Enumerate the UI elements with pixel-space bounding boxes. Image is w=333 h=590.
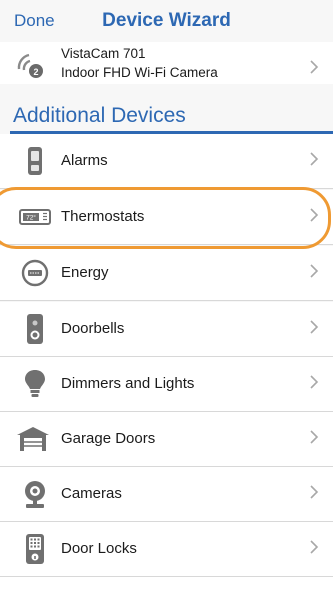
chevron-right-icon [310, 60, 319, 74]
list-item-alarms[interactable]: Alarms [0, 134, 333, 189]
chevron-right-icon [310, 320, 319, 334]
list-item-doorbells[interactable]: Doorbells [0, 302, 333, 357]
garage-door-icon [17, 427, 49, 451]
device-row-vistacam[interactable]: 2 VistaCam 701 Indoor FHD Wi-Fi Camera [0, 42, 333, 84]
list-item-label: Doorbells [61, 320, 125, 337]
chevron-right-icon [310, 375, 319, 389]
alarm-panel-icon [28, 147, 42, 175]
list-item-energy[interactable]: Energy [0, 246, 333, 301]
chevron-right-icon [310, 264, 319, 278]
energy-meter-icon [21, 259, 49, 287]
list-item-label: Cameras [61, 485, 122, 502]
chevron-right-icon [310, 540, 319, 554]
device-name: VistaCam 701 [61, 46, 146, 61]
highlight-outline [0, 187, 331, 249]
list-footer [0, 577, 333, 590]
list-item-garage-doors[interactable]: Garage Doors [0, 412, 333, 467]
list-item-label: Energy [61, 264, 109, 281]
door-lock-icon [26, 534, 44, 564]
chevron-right-icon [310, 430, 319, 444]
list-item-door-locks[interactable]: Door Locks [0, 522, 333, 577]
list-item-label: Alarms [61, 152, 108, 169]
nav-bar: Done Device Wizard [0, 0, 333, 42]
list-item-cameras[interactable]: Cameras [0, 467, 333, 522]
page-title: Device Wizard [102, 10, 231, 31]
camera-wifi-icon: 2 [17, 53, 43, 78]
list-item-label: Dimmers and Lights [61, 375, 195, 392]
lightbulb-icon [25, 370, 45, 397]
chevron-right-icon [310, 485, 319, 499]
svg-text:2: 2 [33, 67, 38, 77]
section-title: Additional Devices [13, 104, 186, 127]
doorbell-icon [27, 314, 43, 344]
device-description: Indoor FHD Wi-Fi Camera [61, 65, 218, 80]
camera-icon [25, 481, 45, 508]
list-item-dimmers-and-lights[interactable]: Dimmers and Lights [0, 357, 333, 412]
list-item-label: Door Locks [61, 540, 137, 557]
chevron-right-icon [310, 152, 319, 166]
list-item-label: Garage Doors [61, 430, 156, 447]
